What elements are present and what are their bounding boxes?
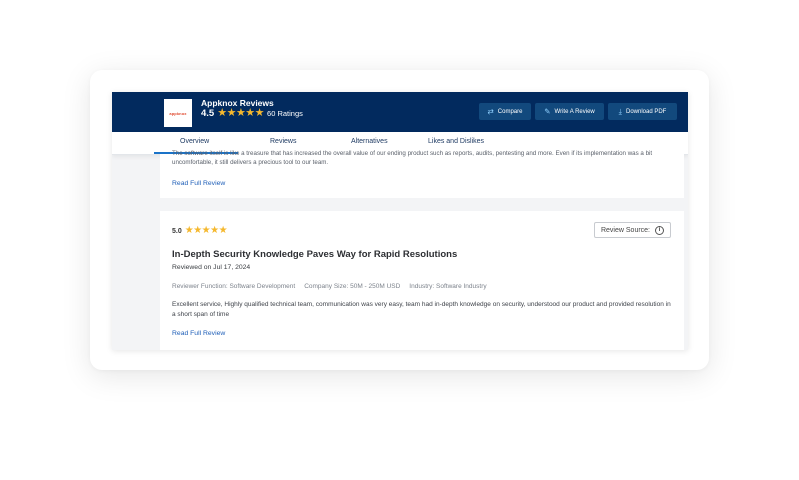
read-full-review-link[interactable]: Read Full Review bbox=[172, 180, 225, 187]
rating-value: 4.5 bbox=[201, 108, 215, 119]
rating-count[interactable]: 60 Ratings bbox=[267, 109, 303, 118]
product-logo: appknox bbox=[164, 99, 192, 127]
review-title: In-Depth Security Knowledge Paves Way fo… bbox=[172, 249, 458, 260]
review-source-label: Review Source: bbox=[600, 226, 651, 234]
review-card: The software itself is like a treasure t… bbox=[160, 150, 684, 198]
write-review-button[interactable]: ✎ Write A Review bbox=[535, 103, 604, 120]
info-icon: i bbox=[655, 225, 665, 235]
tab-overview[interactable]: Overview bbox=[180, 138, 209, 145]
review-text: The software itself is like a treasure t… bbox=[172, 150, 653, 166]
download-pdf-button[interactable]: ⤓ Download PDF bbox=[608, 103, 677, 120]
download-pdf-label: Download PDF bbox=[625, 108, 667, 115]
app-window: appknox Appknox Reviews 4.5 ★★★★★ 60 Rat… bbox=[112, 92, 688, 350]
chat-pencil-icon: ✎ bbox=[544, 107, 551, 116]
write-review-label: Write A Review bbox=[554, 108, 595, 115]
reviewer-function: Reviewer Function: Software Development bbox=[172, 283, 296, 290]
tab-alternatives[interactable]: Alternatives bbox=[351, 138, 388, 145]
review-score: 5.0 bbox=[172, 227, 182, 235]
reviewer-meta: Reviewer Function: Software Development … bbox=[172, 283, 496, 290]
rating-stars: ★★★★★ bbox=[217, 107, 265, 119]
header-rating: 4.5 ★★★★★ 60 Ratings bbox=[201, 107, 303, 120]
tab-likes-dislikes[interactable]: Likes and Dislikes bbox=[428, 138, 484, 145]
company-size: Company Size: 50M - 250M USD bbox=[304, 283, 401, 290]
screenshot-card: appknox Appknox Reviews 4.5 ★★★★★ 60 Rat… bbox=[90, 70, 709, 370]
review-rating: 5.0 ★★★★★ bbox=[172, 225, 228, 236]
download-icon: ⤓ bbox=[618, 106, 622, 116]
review-body: Excellent service, Highly qualified tech… bbox=[172, 301, 671, 318]
tab-reviews[interactable]: Reviews bbox=[270, 138, 296, 145]
logo-text: appknox bbox=[169, 110, 187, 116]
industry: Industry: Software Industry bbox=[409, 283, 487, 290]
review-stars: ★★★★★ bbox=[184, 225, 228, 236]
compare-arrows-icon: ⇄ bbox=[487, 107, 494, 116]
review-source-button[interactable]: Review Source: i bbox=[594, 222, 671, 238]
compare-label: Compare bbox=[497, 108, 523, 115]
review-date: Reviewed on Jul 17, 2024 bbox=[172, 264, 251, 271]
read-full-review-link[interactable]: Read Full Review bbox=[172, 330, 225, 337]
compare-button[interactable]: ⇄ Compare bbox=[479, 103, 531, 120]
product-header: appknox Appknox Reviews 4.5 ★★★★★ 60 Rat… bbox=[112, 92, 688, 132]
review-card: 5.0 ★★★★★ Review Source: i In-Depth Secu… bbox=[160, 211, 684, 350]
